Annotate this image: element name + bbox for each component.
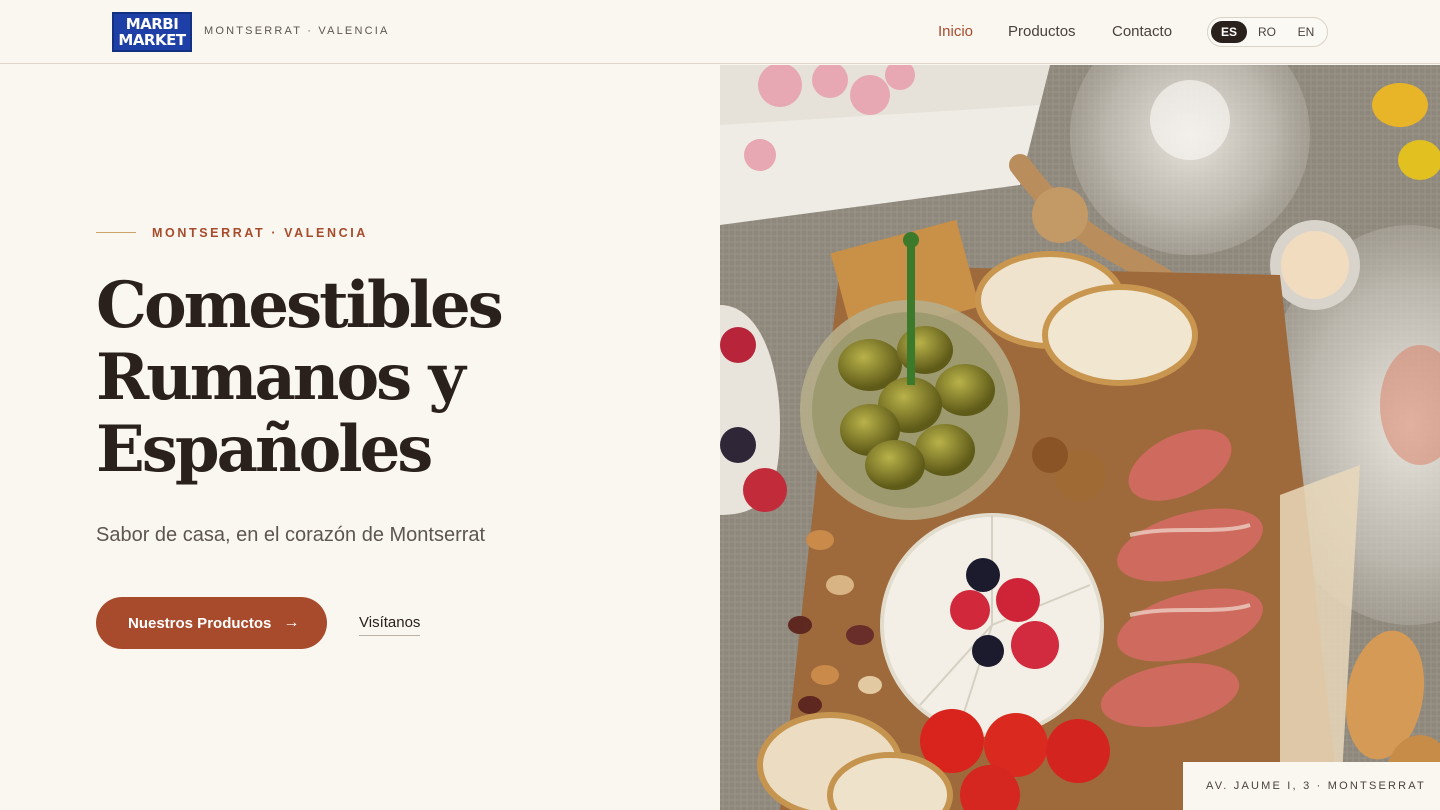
language-switcher: ES RO EN — [1207, 17, 1328, 47]
arrow-right-icon: → — [283, 614, 300, 631]
headline-line-1: Comestibles — [96, 268, 504, 343]
store-address: AV. JAUME I, 3 · MONTSERRAT — [1183, 762, 1440, 810]
charcuterie-board-photo — [720, 65, 1440, 810]
cta-label: Nuestros Productos — [128, 614, 272, 632]
hero-subtitle: Sabor de casa, en el corazón de Montserr… — [96, 524, 486, 546]
marbi-market-logo[interactable]: MARBI MARKET — [112, 12, 192, 52]
eyebrow-divider — [96, 232, 136, 233]
nav-inicio[interactable]: Inicio — [938, 23, 973, 40]
logo-line-1: MARBI — [125, 15, 179, 33]
logo-line-2: MARKET — [118, 31, 186, 49]
hero-headline: Comestibles Rumanos y Españoles — [96, 270, 656, 486]
lang-en-button[interactable]: EN — [1288, 21, 1324, 43]
headline-line-2: Rumanos y — [96, 340, 466, 415]
header-location: MONTSERRAT · VALENCIA — [204, 25, 390, 37]
hero-eyebrow: MONTSERRAT · VALENCIA — [152, 226, 368, 240]
nuestros-productos-button[interactable]: Nuestros Productos → — [96, 597, 327, 649]
visitanos-link[interactable]: Visítanos — [359, 614, 421, 636]
headline-line-3: Españoles — [96, 412, 433, 487]
lang-es-button[interactable]: ES — [1211, 21, 1247, 43]
nav-productos[interactable]: Productos — [1008, 23, 1076, 40]
nav-contacto[interactable]: Contacto — [1112, 23, 1172, 40]
lang-ro-button[interactable]: RO — [1249, 21, 1285, 43]
site-header: MARBI MARKET MONTSERRAT · VALENCIA Inici… — [0, 0, 1440, 64]
